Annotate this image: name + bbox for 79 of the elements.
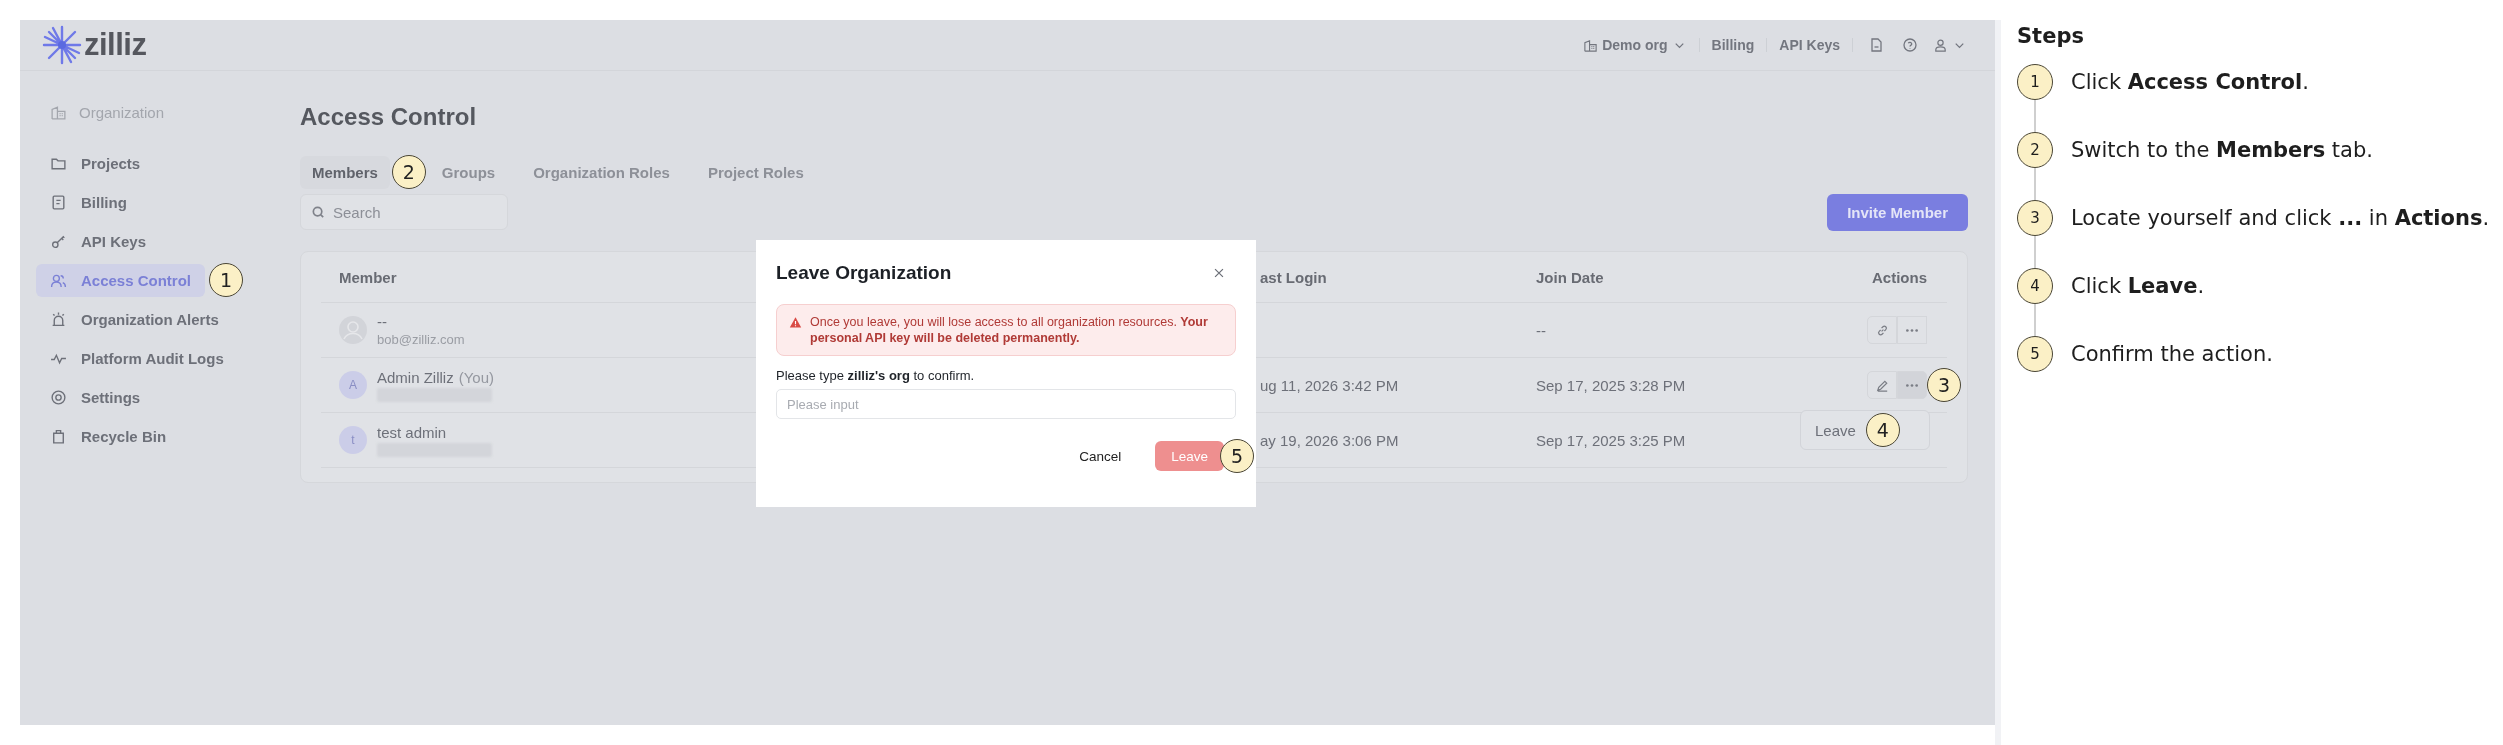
table-cell: ay 19, 2026 3:06 PM <box>1260 431 1399 449</box>
tab[interactable]: Organization Roles <box>521 155 682 189</box>
step-number: 4 <box>2017 268 2053 304</box>
input-field[interactable]: Please input <box>776 389 1236 420</box>
tab[interactable]: Project Roles <box>695 155 816 189</box>
document-icon[interactable] <box>1868 37 1884 53</box>
table-cell: Sep 17, 2025 3:28 PM <box>1536 376 1686 394</box>
section-label: Organization <box>79 103 165 121</box>
you-label: (You) <box>458 368 494 386</box>
column-header: Member <box>339 268 397 286</box>
sidebar-item[interactable]: Recycle Bin <box>36 420 181 453</box>
step-marker: 2 <box>391 155 426 189</box>
help-icon[interactable] <box>1902 37 1918 53</box>
step-number: 1 <box>2017 64 2053 100</box>
step-number: 2 <box>2017 132 2053 168</box>
invite-member-button[interactable]: Invite Member <box>1827 193 1968 231</box>
header-link[interactable]: API Keys <box>1779 37 1840 53</box>
logo-icon <box>42 25 82 65</box>
sidebar-item[interactable]: API Keys <box>36 225 161 258</box>
action-button[interactable] <box>1897 371 1927 399</box>
tab[interactable]: Members <box>300 155 390 189</box>
sidebar-item[interactable]: Access Control <box>36 264 206 297</box>
column-header: ast Login <box>1260 268 1327 286</box>
search-icon <box>311 205 326 220</box>
cancel-button[interactable]: Cancel <box>1065 442 1136 470</box>
step-marker: 3 <box>1927 368 1961 402</box>
dialog-title: Leave Organization <box>776 262 952 284</box>
step-marker: 5 <box>1220 439 1254 474</box>
table-cell: ug 11, 2026 3:42 PM <box>1260 376 1399 394</box>
header-link[interactable]: Billing <box>1711 37 1755 53</box>
step-number: 3 <box>2017 200 2053 236</box>
step-text: Confirm the action. <box>2071 341 2273 368</box>
bin-icon <box>50 428 67 445</box>
table-cell: -- <box>1536 321 1546 339</box>
member-name: -- <box>377 313 387 330</box>
warning-icon <box>789 316 802 329</box>
confirm-prompt: Please type zilliz's org to confirm. <box>776 368 976 384</box>
step-text: Click Leave. <box>2071 273 2205 300</box>
page-title: Access Control <box>300 103 478 132</box>
table-cell: Sep 17, 2025 3:25 PM <box>1536 431 1686 449</box>
more-icon <box>1906 328 1918 332</box>
close-icon[interactable] <box>1212 266 1226 280</box>
building-icon <box>50 103 67 121</box>
step-number: 5 <box>2017 336 2053 372</box>
member-name: Admin Zilliz <box>377 368 454 386</box>
search-field[interactable]: Search <box>300 194 508 230</box>
member-name: test admin <box>377 423 447 441</box>
step-text: Click Access Control. <box>2071 69 2309 96</box>
user-icon <box>1933 37 1948 53</box>
action-button[interactable] <box>1867 316 1897 344</box>
column-header: Actions <box>1872 268 1927 286</box>
sidebar-item[interactable]: Billing <box>36 186 141 219</box>
settings-icon <box>50 389 67 406</box>
sidebar-item[interactable]: Organization Alerts <box>36 303 233 336</box>
action-button[interactable] <box>1867 371 1897 399</box>
logo-wordmark: zilliz <box>84 27 147 63</box>
step-text: Switch to the Members tab. <box>2071 137 2373 164</box>
avatar: A <box>339 371 367 399</box>
document-icon <box>50 194 67 211</box>
sidebar-item[interactable]: Settings <box>36 381 155 414</box>
warning-text: Once you leave, you will lose access to all organization resources. Your personal API key will be deleted permanently. <box>810 315 1209 347</box>
member-email: bob@zilliz.com <box>377 332 465 347</box>
tab[interactable]: Groups <box>429 155 508 189</box>
step-text: Locate yourself and click ... in Actions. <box>2071 205 2490 232</box>
action-button[interactable] <box>1897 316 1927 344</box>
org-switcher[interactable]: Demo org <box>1583 37 1687 53</box>
steps-title: Steps <box>2017 24 2085 48</box>
avatar: t <box>339 426 367 454</box>
column-header: Join Date <box>1536 268 1604 286</box>
sidebar-item[interactable]: Platform Audit Logs <box>36 342 238 375</box>
alarm-icon <box>50 311 67 328</box>
building-icon <box>1583 37 1599 53</box>
sidebar-item[interactable]: Projects <box>36 147 155 180</box>
more-icon <box>1906 383 1918 387</box>
step-marker: 4 <box>1865 413 1900 447</box>
step-marker: 1 <box>209 263 244 297</box>
menu-item[interactable]: Leave <box>1811 419 1860 441</box>
key-icon <box>50 233 67 250</box>
user-icon <box>50 272 67 289</box>
